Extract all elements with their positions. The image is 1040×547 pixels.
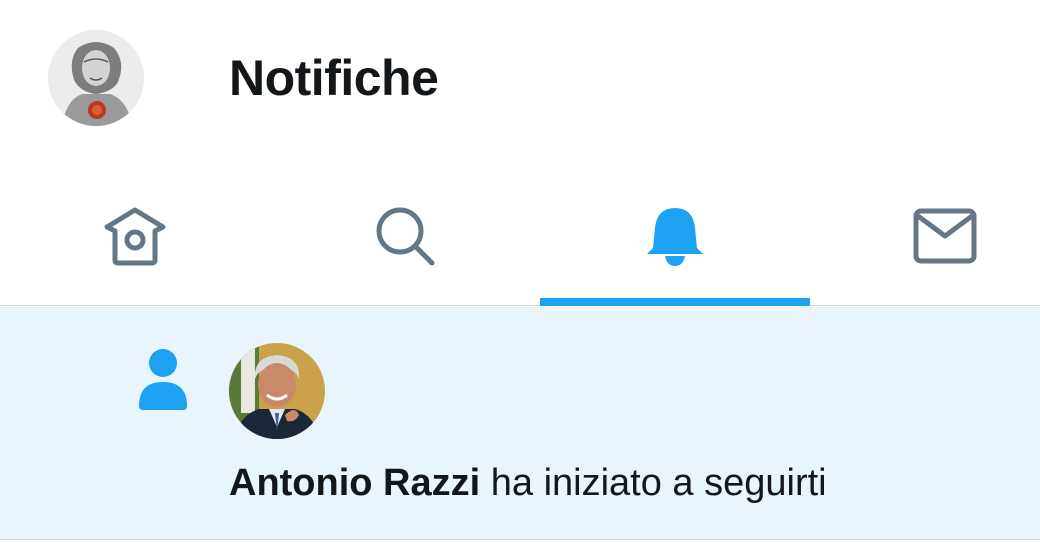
notification-action: ha iniziato a seguirti — [480, 462, 827, 504]
bell-icon — [647, 207, 703, 266]
envelope-icon — [913, 208, 977, 263]
engraved-portrait-avatar — [48, 30, 144, 126]
active-tab-indicator — [540, 298, 810, 306]
user-photo-avatar — [229, 343, 325, 439]
tab-bar — [0, 165, 1040, 306]
follower-avatar[interactable] — [229, 343, 325, 439]
tab-home[interactable] — [0, 165, 270, 306]
notification-text: Antonio Razzi ha iniziato a seguirti — [229, 458, 827, 508]
search-icon — [376, 207, 435, 265]
tab-messages[interactable] — [810, 165, 1040, 306]
follower-name[interactable]: Antonio Razzi — [229, 462, 480, 504]
profile-avatar[interactable] — [48, 30, 144, 126]
tab-search[interactable] — [270, 165, 540, 306]
person-follow-icon — [137, 348, 189, 415]
tab-notifications[interactable] — [540, 165, 810, 306]
top-header: Notifiche — [0, 0, 1040, 160]
home-icon — [104, 207, 166, 265]
page-title: Notifiche — [229, 50, 439, 106]
